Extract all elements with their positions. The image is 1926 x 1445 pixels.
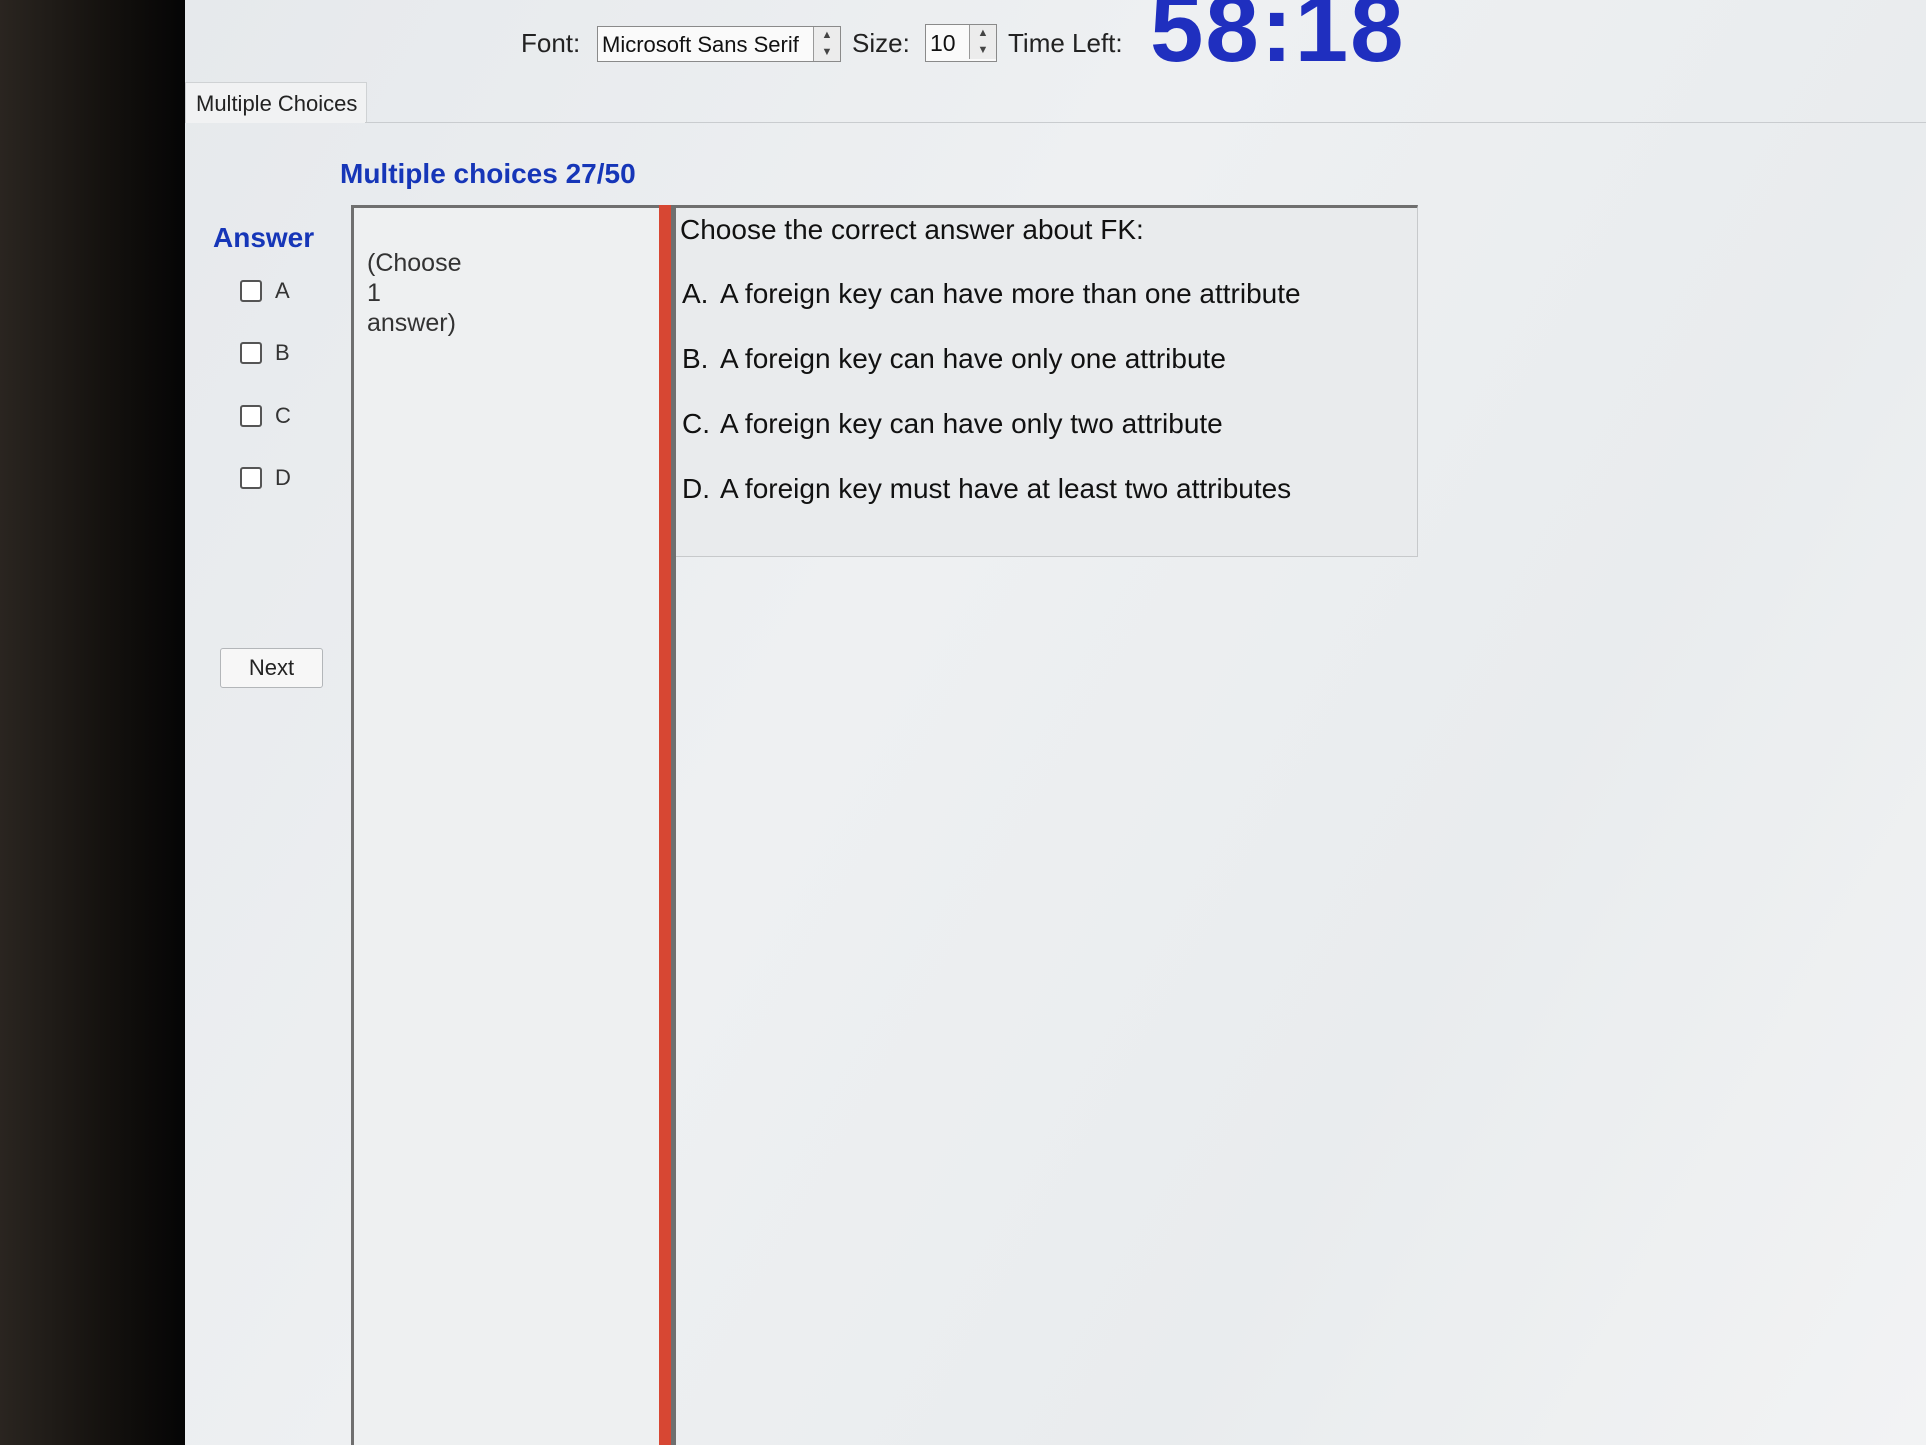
checkbox-b[interactable] — [240, 342, 262, 364]
tab-divider — [365, 122, 1926, 123]
page-title: Multiple choices 27/50 — [340, 158, 636, 189]
choice-text: A foreign key can have only two attribut… — [720, 408, 1223, 439]
size-select-value: 10 — [930, 30, 956, 56]
choice-text: A foreign key can have only one attribut… — [720, 343, 1226, 374]
size-select[interactable]: 10 ▲ ▼ — [925, 24, 997, 62]
option-label: B — [275, 340, 290, 365]
tab-multiple-choices[interactable]: Multiple Choices — [185, 82, 367, 123]
option-label: D — [275, 465, 291, 490]
font-spinner[interactable]: ▲ ▼ — [813, 27, 840, 61]
spin-down-icon[interactable]: ▼ — [814, 44, 840, 61]
countdown-timer: 58:18 — [1150, 0, 1406, 82]
splitter-bar[interactable] — [659, 205, 671, 1445]
option-label: A — [275, 278, 290, 303]
choice-letter: D. — [682, 473, 710, 504]
monitor-bezel — [0, 0, 185, 1445]
choice-letter: B. — [682, 343, 709, 374]
next-button[interactable]: Next — [220, 648, 323, 688]
answer-heading: Answer — [213, 222, 315, 253]
app-window: Font: Microsoft Sans Serif ▲ ▼ Size: 10 … — [185, 0, 1926, 1445]
tab-label: Multiple Choices — [196, 91, 358, 116]
choice-c: C. A foreign key can have only two attrib… — [682, 408, 1223, 440]
hint-line: 1 — [367, 279, 381, 307]
size-spinner[interactable]: ▲ ▼ — [969, 25, 996, 59]
hint-line: (Choose — [367, 249, 462, 277]
size-label: Size: — [852, 28, 910, 58]
checkbox-c[interactable] — [240, 405, 262, 427]
font-label: Font: — [521, 28, 581, 58]
spin-up-icon[interactable]: ▲ — [814, 27, 840, 44]
time-left-label: Time Left: — [1008, 28, 1123, 58]
hint-line: answer) — [367, 309, 456, 337]
option-label: C — [275, 403, 291, 428]
spin-down-icon[interactable]: ▼ — [970, 42, 996, 59]
choice-b: B. A foreign key can have only one attrib… — [682, 343, 1226, 375]
choice-letter: C. — [682, 408, 710, 439]
font-select[interactable]: Microsoft Sans Serif ▲ ▼ — [597, 26, 841, 62]
choice-a: A. A foreign key can have more than one a… — [682, 278, 1301, 310]
choice-text: A foreign key must have at least two att… — [720, 473, 1292, 504]
spin-up-icon[interactable]: ▲ — [970, 25, 996, 42]
hint-panel: (Choose 1 answer) — [351, 205, 659, 1445]
question-text: Choose the correct answer about FK: — [680, 214, 1144, 245]
choice-letter: A. — [682, 278, 709, 309]
checkbox-a[interactable] — [240, 280, 262, 302]
question-panel: Choose the correct answer about FK: A. A … — [676, 205, 1418, 557]
choice-d: D. A foreign key must have at least two a… — [682, 473, 1291, 505]
font-select-value: Microsoft Sans Serif — [602, 32, 799, 57]
checkbox-d[interactable] — [240, 467, 262, 489]
hint-text: (Choose 1 answer) — [367, 248, 487, 338]
choice-text: A foreign key can have more than one att… — [720, 278, 1301, 309]
